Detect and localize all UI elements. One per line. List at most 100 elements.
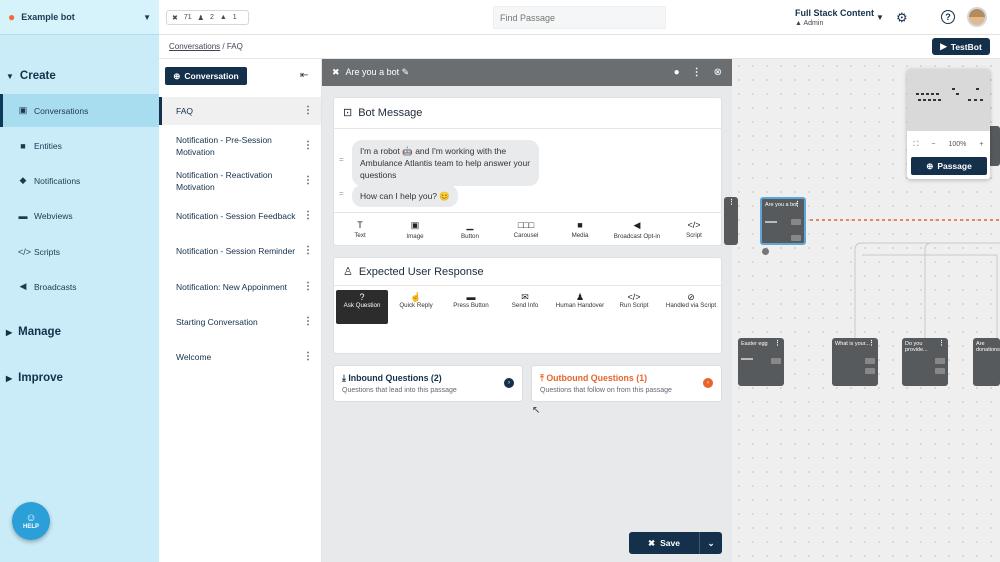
sidebar-item-conversations[interactable]: ▣ Conversations bbox=[0, 94, 159, 127]
account-menu[interactable]: Full Stack Content ▲ Admin bbox=[795, 8, 874, 27]
conversation-item[interactable]: Notification - Session Feedback ⋮ bbox=[159, 201, 321, 231]
more-options-icon[interactable]: ⋮ bbox=[303, 140, 313, 152]
outbound-questions-card[interactable]: ⤒ Outbound Questions (1) Questions that … bbox=[531, 365, 722, 402]
chevron-down-icon[interactable]: ⌄ bbox=[700, 538, 722, 549]
conversation-item[interactable]: Starting Conversation ⋮ bbox=[159, 311, 321, 333]
fullscreen-icon[interactable]: ⛶ bbox=[914, 141, 919, 149]
more-options-icon[interactable]: ⋮ bbox=[303, 351, 313, 363]
gear-icon[interactable]: ⚙ bbox=[896, 10, 908, 26]
caret-down-icon[interactable]: ▼ bbox=[876, 13, 884, 22]
add-passage-button[interactable]: ⊕ Passage bbox=[911, 157, 987, 175]
divider bbox=[333, 285, 722, 286]
section-create[interactable]: ▼ Create bbox=[6, 70, 56, 82]
zoom-out-icon[interactable]: − bbox=[931, 141, 935, 148]
plus-circle-icon: ⊕ bbox=[926, 160, 934, 171]
more-options-icon[interactable]: ⋮ bbox=[303, 175, 313, 187]
chat-icon: ▣ bbox=[18, 105, 28, 115]
person-icon: ♟ bbox=[575, 292, 585, 302]
response-press-button[interactable]: ▬ Press Button bbox=[445, 290, 497, 324]
response-quick-reply[interactable]: ☝ Quick Reply bbox=[390, 290, 442, 324]
zoom-controls: ⛶ − 100% + bbox=[907, 136, 990, 153]
drag-handle-icon[interactable]: = bbox=[339, 189, 344, 198]
video-icon: ■ bbox=[577, 220, 583, 230]
book-icon: ■ bbox=[20, 140, 26, 151]
code-icon: </> bbox=[627, 292, 641, 302]
passage-title[interactable]: Are you a bot bbox=[346, 67, 400, 77]
caret-down-icon: ▼ bbox=[143, 12, 151, 22]
add-button-button[interactable]: ▁ Button bbox=[453, 220, 487, 240]
inbound-questions-card[interactable]: ⤓ Inbound Questions (2) Questions that l… bbox=[333, 365, 523, 402]
sidebar-item-scripts[interactable]: </> Scripts bbox=[0, 235, 159, 268]
chevron-right-icon[interactable]: › bbox=[504, 378, 514, 388]
more-options-icon[interactable]: ⋮ bbox=[303, 105, 313, 117]
flow-node-active[interactable]: Are you a bot ⋮ bbox=[760, 197, 806, 245]
conversation-item[interactable]: Notification: New Appoinment ⋮ bbox=[159, 276, 321, 298]
play-icon: ▶ bbox=[940, 41, 947, 51]
avatar[interactable] bbox=[967, 7, 987, 27]
response-ask-question[interactable]: ? Ask Question bbox=[336, 290, 388, 324]
message-bubble[interactable]: I'm a robot 🤖 and I'm working with the A… bbox=[352, 140, 539, 186]
sidebar-item-webviews[interactable]: ▬ Webviews bbox=[0, 199, 159, 232]
account-name: Full Stack Content bbox=[795, 8, 875, 18]
help-button[interactable]: ☺ HELP bbox=[12, 502, 50, 540]
sidebar-item-broadcasts[interactable]: ◀ Broadcasts bbox=[0, 270, 159, 303]
add-image-button[interactable]: ▣ Image bbox=[398, 220, 432, 240]
bullhorn-icon: ◀ bbox=[633, 220, 641, 230]
add-broadcast-optin-button[interactable]: ◀ Broadcast Opt-in bbox=[608, 220, 666, 240]
response-human-handover[interactable]: ♟ Human Handover bbox=[554, 290, 606, 324]
collapse-panel-icon[interactable]: ⇤ bbox=[300, 70, 308, 81]
edit-icon[interactable]: ✎ bbox=[402, 67, 410, 77]
conversation-item[interactable]: Notification - Session Reminder ⋮ bbox=[159, 236, 321, 266]
section-manage[interactable]: ▶ Manage bbox=[6, 326, 61, 338]
more-options-icon[interactable]: ⋮ bbox=[303, 210, 313, 222]
more-options-icon[interactable]: ⋮ bbox=[303, 316, 313, 328]
testbot-button[interactable]: ▶ TestBot bbox=[932, 38, 990, 55]
more-options-icon: ⋮ bbox=[774, 340, 781, 347]
megaphone-icon: ◆ bbox=[19, 175, 27, 185]
save-button[interactable]: ✖ Save ⌄ bbox=[629, 532, 722, 554]
more-options-icon: ⋮ bbox=[868, 340, 875, 347]
user-icon: ♙ bbox=[343, 266, 353, 278]
button-icon: ▁ bbox=[466, 220, 474, 230]
caret-down-icon: ▼ bbox=[6, 72, 14, 81]
find-passage-input[interactable] bbox=[493, 6, 666, 29]
save-main[interactable]: ✖ Save bbox=[629, 532, 700, 554]
more-options-icon[interactable]: ⋮ bbox=[692, 67, 702, 78]
help-circle-icon[interactable]: ? bbox=[941, 10, 955, 24]
conversation-item[interactable]: Notification - Reactivation Motivation ⋮ bbox=[159, 166, 321, 196]
add-text-button[interactable]: T Text bbox=[343, 220, 377, 239]
node-connector-icon[interactable] bbox=[762, 248, 769, 255]
response-handled-via-script[interactable]: ⊘ Handled via Script bbox=[665, 290, 717, 324]
flow-node[interactable]: What is your... ⋮ bbox=[832, 338, 878, 386]
breadcrumb: Conversations / FAQ bbox=[169, 42, 243, 51]
more-options-icon[interactable]: ⋮ bbox=[303, 281, 313, 293]
conversation-item[interactable]: FAQ ⋮ bbox=[159, 97, 321, 125]
response-send-info[interactable]: ✉ Send Info bbox=[499, 290, 551, 324]
sidebar-item-entities[interactable]: ■ Entities bbox=[0, 129, 159, 162]
chevron-right-icon[interactable]: › bbox=[703, 378, 713, 388]
flow-node[interactable]: ⋮ bbox=[724, 197, 738, 245]
flow-node[interactable]: Do you provide... ⋮ bbox=[902, 338, 948, 386]
message-bubble[interactable]: How can I help you? 😊 bbox=[352, 185, 458, 207]
new-conversation-button[interactable]: ⊕ Conversation bbox=[165, 67, 247, 85]
flow-node[interactable]: Easter egg ⋮ bbox=[738, 338, 784, 386]
conversation-item[interactable]: Welcome ⋮ bbox=[159, 346, 321, 368]
close-icon[interactable]: ⊗ bbox=[714, 67, 722, 78]
more-options-icon[interactable]: ⋮ bbox=[303, 245, 313, 257]
section-improve[interactable]: ▶ Improve bbox=[6, 372, 63, 384]
bot-selector[interactable]: ● Example bot ▼ bbox=[0, 0, 159, 35]
sidebar-item-notifications[interactable]: ◆ Notifications bbox=[0, 164, 159, 197]
add-script-button[interactable]: </> Script bbox=[677, 220, 711, 239]
response-run-script[interactable]: </> Run Script bbox=[608, 290, 660, 324]
conversation-item[interactable]: Notification - Pre-Session Motivation ⋮ bbox=[159, 131, 321, 161]
window-icon: ▬ bbox=[18, 210, 28, 221]
envelope-icon: ✉ bbox=[521, 292, 529, 302]
drag-handle-icon[interactable]: = bbox=[339, 155, 344, 164]
comment-icon[interactable]: ● bbox=[674, 67, 680, 78]
add-carousel-button[interactable]: □□□ Carousel bbox=[506, 220, 546, 239]
add-media-button[interactable]: ■ Media bbox=[563, 220, 597, 239]
zoom-in-icon[interactable]: + bbox=[979, 141, 983, 148]
breadcrumb-link-conversations[interactable]: Conversations bbox=[169, 42, 220, 51]
account-role: ▲ Admin bbox=[795, 20, 824, 27]
flow-node[interactable]: Are donations... bbox=[973, 338, 1000, 386]
